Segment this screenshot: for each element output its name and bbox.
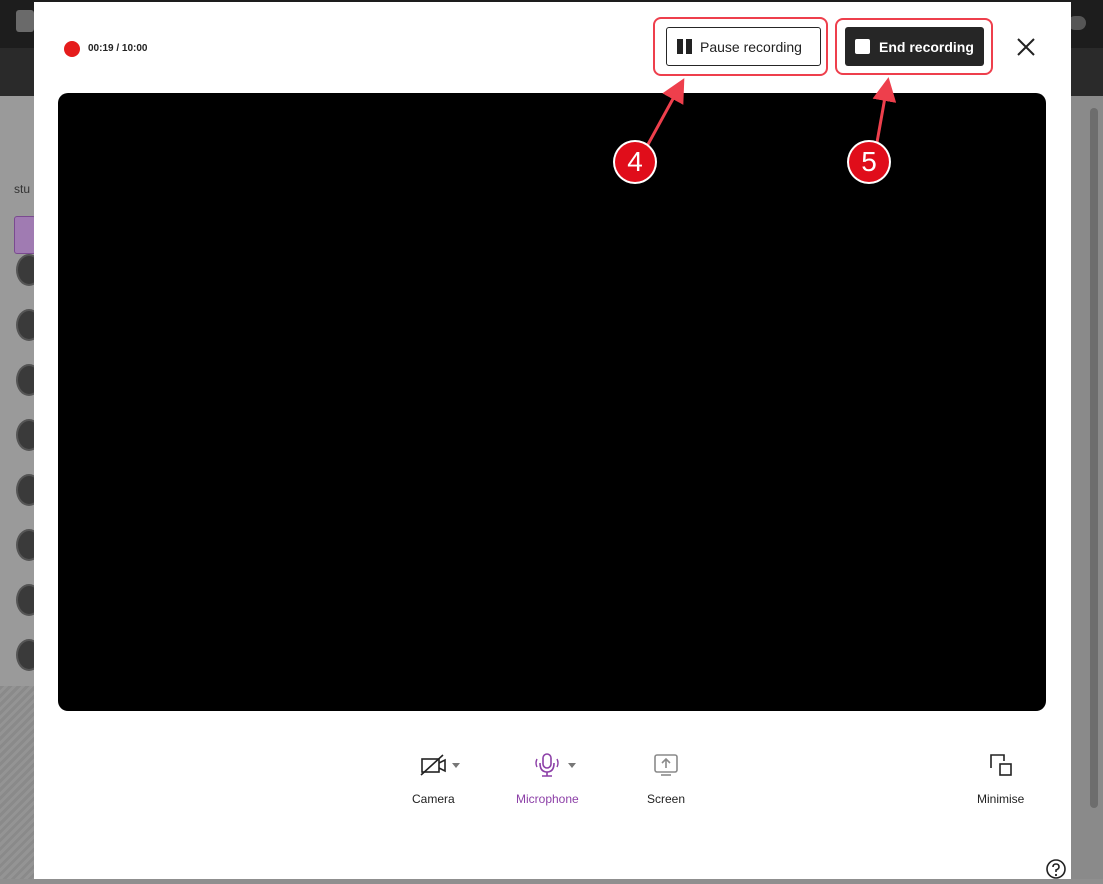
video-preview — [58, 93, 1046, 711]
recording-timer: 00:19 / 10:00 — [88, 43, 148, 54]
pause-icon — [677, 39, 692, 54]
page-scrollbar[interactable] — [1090, 108, 1098, 808]
microphone-icon — [533, 750, 561, 780]
help-button[interactable] — [1046, 859, 1066, 879]
pause-recording-label: Pause recording — [700, 38, 802, 55]
background-left-text: stu — [14, 182, 31, 196]
end-recording-button[interactable]: End recording — [845, 27, 984, 66]
screen-share-icon — [652, 750, 680, 780]
background-hatch — [0, 686, 34, 879]
camera-off-icon — [419, 750, 447, 780]
home-icon — [16, 10, 34, 32]
recording-indicator-icon — [64, 41, 80, 57]
microphone-options-chevron-icon[interactable] — [568, 763, 576, 768]
end-recording-label: End recording — [879, 38, 974, 55]
close-button[interactable] — [1015, 36, 1037, 58]
background-grid-icon — [14, 216, 36, 254]
microphone-label: Microphone — [516, 792, 579, 806]
camera-label: Camera — [412, 792, 455, 806]
microphone-toggle[interactable]: Microphone — [516, 750, 579, 806]
step-marker-5: 5 — [849, 142, 889, 182]
pause-recording-button[interactable]: Pause recording — [666, 27, 821, 66]
help-icon — [1046, 859, 1066, 879]
camera-toggle[interactable]: Camera — [412, 750, 455, 806]
background-right-panel — [1071, 96, 1103, 879]
background-left-panel: stu — [0, 96, 42, 686]
screen-share-toggle[interactable]: Screen — [647, 750, 685, 806]
screen-label: Screen — [647, 792, 686, 806]
minimise-label: Minimise — [977, 792, 1025, 806]
minimise-button[interactable]: Minimise — [977, 750, 1024, 806]
recording-modal: 00:19 / 10:00 Pause recording End record… — [34, 2, 1071, 879]
close-icon — [1017, 38, 1035, 56]
minimise-icon — [987, 750, 1015, 780]
step-marker-4: 4 — [615, 142, 655, 182]
stop-icon — [855, 39, 870, 54]
camera-options-chevron-icon[interactable] — [452, 763, 460, 768]
